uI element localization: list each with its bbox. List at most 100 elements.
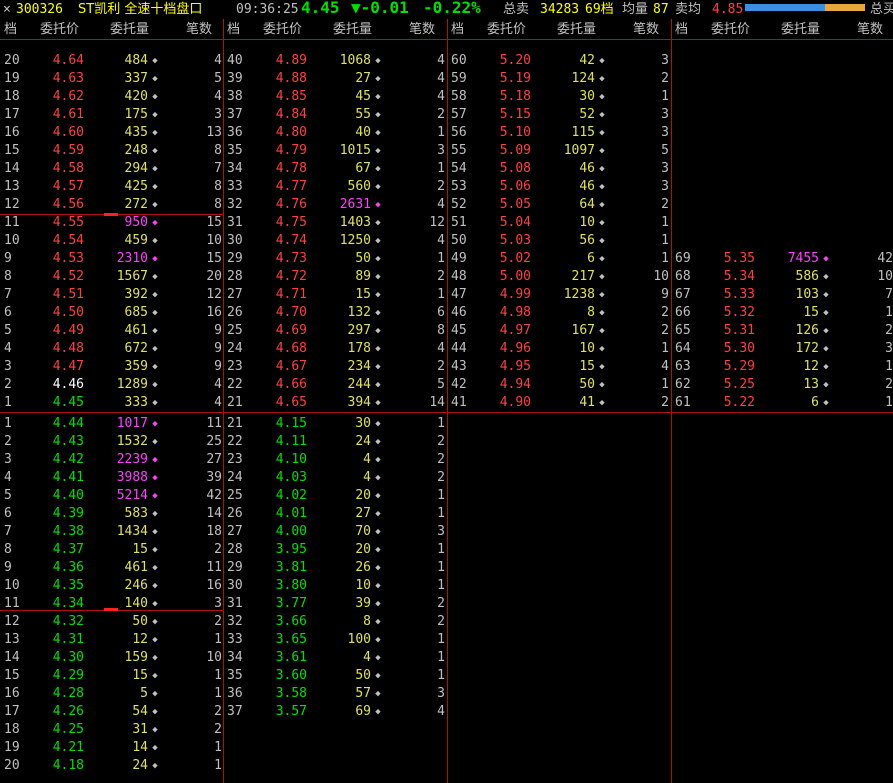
buy-row[interactable]: 29 3.81 26 ◆ 1 bbox=[223, 559, 447, 577]
sell-row[interactable]: 54 5.08 46 ◆ 3 bbox=[447, 160, 671, 178]
buy-row[interactable]: 21 4.15 30 ◆ 1 bbox=[223, 415, 447, 433]
sell-row[interactable]: 61 5.22 6 ◆ 1 bbox=[671, 394, 893, 412]
sell-row[interactable]: 33 4.77 560 ◆ 2 bbox=[223, 178, 447, 196]
buy-row[interactable]: 25 4.02 20 ◆ 1 bbox=[223, 487, 447, 505]
buy-row[interactable]: 6 4.39 583 ◆ 14 bbox=[0, 505, 224, 523]
sell-row[interactable]: 20 4.64 484 ◆ 4 bbox=[0, 52, 224, 70]
sell-row[interactable]: 40 4.89 1068 ◆ 4 bbox=[223, 52, 447, 70]
buy-row[interactable]: 28 3.95 20 ◆ 1 bbox=[223, 541, 447, 559]
buy-row[interactable]: 10 4.35 246 ◆ 16 bbox=[0, 577, 224, 595]
sell-row[interactable]: 10 4.54 459 ◆ 10 bbox=[0, 232, 224, 250]
sell-row[interactable]: 66 5.32 15 ◆ 1 bbox=[671, 304, 893, 322]
sell-row[interactable]: 52 5.05 64 ◆ 2 bbox=[447, 196, 671, 214]
sell-row[interactable]: 65 5.31 126 ◆ 2 bbox=[671, 322, 893, 340]
sell-row[interactable]: 53 5.06 46 ◆ 3 bbox=[447, 178, 671, 196]
sell-row[interactable]: 30 4.74 1250 ◆ 4 bbox=[223, 232, 447, 250]
sell-row[interactable]: 29 4.73 50 ◆ 1 bbox=[223, 250, 447, 268]
sell-row[interactable]: 17 4.61 175 ◆ 3 bbox=[0, 106, 224, 124]
sell-row[interactable]: 36 4.80 40 ◆ 1 bbox=[223, 124, 447, 142]
buy-row[interactable]: 14 4.30 159 ◆ 10 bbox=[0, 649, 224, 667]
sell-row[interactable]: 1 4.45 333 ◆ 4 bbox=[0, 394, 224, 412]
sell-row[interactable]: 69 5.35 7455 ◆ 42 bbox=[671, 250, 893, 268]
sell-row[interactable]: 59 5.19 124 ◆ 2 bbox=[447, 70, 671, 88]
buy-row[interactable]: 22 4.11 24 ◆ 2 bbox=[223, 433, 447, 451]
buy-row[interactable]: 13 4.31 12 ◆ 1 bbox=[0, 631, 224, 649]
sell-row[interactable]: 38 4.85 45 ◆ 4 bbox=[223, 88, 447, 106]
sell-row[interactable]: 19 4.63 337 ◆ 5 bbox=[0, 70, 224, 88]
buy-row[interactable]: 23 4.10 4 ◆ 2 bbox=[223, 451, 447, 469]
sell-row[interactable]: 12 4.56 272 ◆ 8 bbox=[0, 196, 224, 214]
sell-row[interactable]: 64 5.30 172 ◆ 3 bbox=[671, 340, 893, 358]
buy-row[interactable]: 26 4.01 27 ◆ 1 bbox=[223, 505, 447, 523]
sell-row[interactable]: 42 4.94 50 ◆ 1 bbox=[447, 376, 671, 394]
buy-row[interactable]: 1 4.44 1017 ◆ 11 bbox=[0, 415, 224, 433]
sell-row[interactable]: 6 4.50 685 ◆ 16 bbox=[0, 304, 224, 322]
sell-row[interactable]: 25 4.69 297 ◆ 8 bbox=[223, 322, 447, 340]
sell-row[interactable]: 11 4.55 950 ◆ 15 bbox=[0, 214, 224, 232]
sell-row[interactable]: 9 4.53 2310 ◆ 15 bbox=[0, 250, 224, 268]
buy-row[interactable]: 7 4.38 1434 ◆ 18 bbox=[0, 523, 224, 541]
sell-row[interactable]: 32 4.76 2631 ◆ 4 bbox=[223, 196, 447, 214]
sell-row[interactable]: 14 4.58 294 ◆ 7 bbox=[0, 160, 224, 178]
buy-row[interactable]: 18 4.25 31 ◆ 2 bbox=[0, 721, 224, 739]
sell-row[interactable]: 62 5.25 13 ◆ 2 bbox=[671, 376, 893, 394]
sell-row[interactable]: 2 4.46 1289 ◆ 4 bbox=[0, 376, 224, 394]
sell-row[interactable]: 46 4.98 8 ◆ 2 bbox=[447, 304, 671, 322]
sell-row[interactable]: 23 4.67 234 ◆ 2 bbox=[223, 358, 447, 376]
buy-row[interactable]: 8 4.37 15 ◆ 2 bbox=[0, 541, 224, 559]
buy-row[interactable]: 20 4.18 24 ◆ 1 bbox=[0, 757, 224, 775]
sell-row[interactable]: 55 5.09 1097 ◆ 5 bbox=[447, 142, 671, 160]
sell-row[interactable]: 45 4.97 167 ◆ 2 bbox=[447, 322, 671, 340]
buy-row[interactable]: 33 3.65 100 ◆ 1 bbox=[223, 631, 447, 649]
sell-row[interactable]: 7 4.51 392 ◆ 12 bbox=[0, 286, 224, 304]
sell-row[interactable]: 4 4.48 672 ◆ 9 bbox=[0, 340, 224, 358]
buy-row[interactable]: 27 4.00 70 ◆ 3 bbox=[223, 523, 447, 541]
buy-row[interactable]: 35 3.60 50 ◆ 1 bbox=[223, 667, 447, 685]
sell-row[interactable]: 22 4.66 244 ◆ 5 bbox=[223, 376, 447, 394]
sell-row[interactable]: 49 5.02 6 ◆ 1 bbox=[447, 250, 671, 268]
sell-row[interactable]: 41 4.90 41 ◆ 2 bbox=[447, 394, 671, 412]
sell-row[interactable]: 13 4.57 425 ◆ 8 bbox=[0, 178, 224, 196]
sell-row[interactable]: 58 5.18 30 ◆ 1 bbox=[447, 88, 671, 106]
sell-row[interactable]: 50 5.03 56 ◆ 1 bbox=[447, 232, 671, 250]
buy-row[interactable]: 17 4.26 54 ◆ 2 bbox=[0, 703, 224, 721]
sell-row[interactable]: 39 4.88 27 ◆ 4 bbox=[223, 70, 447, 88]
sell-row[interactable]: 44 4.96 10 ◆ 1 bbox=[447, 340, 671, 358]
sell-row[interactable]: 26 4.70 132 ◆ 6 bbox=[223, 304, 447, 322]
buy-row[interactable]: 24 4.03 4 ◆ 2 bbox=[223, 469, 447, 487]
sell-row[interactable]: 27 4.71 15 ◆ 1 bbox=[223, 286, 447, 304]
buy-row[interactable]: 16 4.28 5 ◆ 1 bbox=[0, 685, 224, 703]
sell-row[interactable]: 34 4.78 67 ◆ 1 bbox=[223, 160, 447, 178]
sell-row[interactable]: 31 4.75 1403 ◆ 12 bbox=[223, 214, 447, 232]
sell-row[interactable]: 5 4.49 461 ◆ 9 bbox=[0, 322, 224, 340]
sell-row[interactable]: 15 4.59 248 ◆ 8 bbox=[0, 142, 224, 160]
sell-row[interactable]: 43 4.95 15 ◆ 4 bbox=[447, 358, 671, 376]
sell-row[interactable]: 67 5.33 103 ◆ 7 bbox=[671, 286, 893, 304]
buy-row[interactable]: 4 4.41 3988 ◆ 39 bbox=[0, 469, 224, 487]
sell-row[interactable]: 21 4.65 394 ◆ 14 bbox=[223, 394, 447, 412]
sell-row[interactable]: 57 5.15 52 ◆ 3 bbox=[447, 106, 671, 124]
sell-row[interactable]: 24 4.68 178 ◆ 4 bbox=[223, 340, 447, 358]
sell-row[interactable]: 28 4.72 89 ◆ 2 bbox=[223, 268, 447, 286]
buy-row[interactable]: 3 4.42 2239 ◆ 27 bbox=[0, 451, 224, 469]
buy-row[interactable]: 12 4.32 50 ◆ 2 bbox=[0, 613, 224, 631]
sell-row[interactable]: 35 4.79 1015 ◆ 3 bbox=[223, 142, 447, 160]
sell-row[interactable]: 18 4.62 420 ◆ 4 bbox=[0, 88, 224, 106]
buy-row[interactable]: 37 3.57 69 ◆ 4 bbox=[223, 703, 447, 721]
buy-row[interactable]: 2 4.43 1532 ◆ 25 bbox=[0, 433, 224, 451]
sell-row[interactable]: 16 4.60 435 ◆ 13 bbox=[0, 124, 224, 142]
sell-row[interactable]: 60 5.20 42 ◆ 3 bbox=[447, 52, 671, 70]
sell-row[interactable]: 8 4.52 1567 ◆ 20 bbox=[0, 268, 224, 286]
sell-row[interactable]: 51 5.04 10 ◆ 1 bbox=[447, 214, 671, 232]
buy-row[interactable]: 34 3.61 4 ◆ 1 bbox=[223, 649, 447, 667]
buy-row[interactable]: 9 4.36 461 ◆ 11 bbox=[0, 559, 224, 577]
buy-row[interactable]: 32 3.66 8 ◆ 2 bbox=[223, 613, 447, 631]
sell-row[interactable]: 47 4.99 1238 ◆ 9 bbox=[447, 286, 671, 304]
buy-row[interactable]: 36 3.58 57 ◆ 3 bbox=[223, 685, 447, 703]
sell-row[interactable]: 68 5.34 586 ◆ 10 bbox=[671, 268, 893, 286]
sell-row[interactable]: 48 5.00 217 ◆ 10 bbox=[447, 268, 671, 286]
sell-row[interactable]: 63 5.29 12 ◆ 1 bbox=[671, 358, 893, 376]
buy-row[interactable]: 5 4.40 5214 ◆ 42 bbox=[0, 487, 224, 505]
buy-row[interactable]: 30 3.80 10 ◆ 1 bbox=[223, 577, 447, 595]
sell-row[interactable]: 37 4.84 55 ◆ 2 bbox=[223, 106, 447, 124]
